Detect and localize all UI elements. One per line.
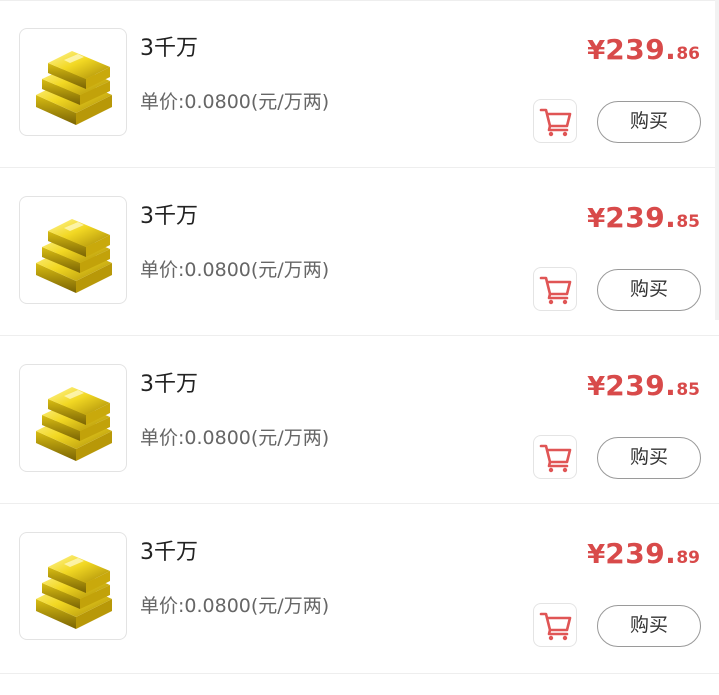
price-decimal: 89	[676, 548, 700, 568]
gold-bars-icon	[36, 219, 112, 293]
cart-icon	[539, 612, 572, 641]
gold-bars-icon	[36, 555, 112, 629]
buy-button[interactable]: 购买	[597, 605, 701, 647]
price: ¥239.86	[587, 32, 700, 72]
unit-price: 单价:0.0800(元/万两)	[140, 595, 330, 617]
price: ¥239.85	[587, 368, 700, 408]
add-to-cart-button[interactable]	[533, 99, 577, 143]
buy-button[interactable]: 购买	[597, 437, 701, 479]
unit-price: 单价:0.0800(元/万两)	[140, 91, 330, 113]
product-title: 3千万	[140, 540, 198, 565]
product-title: 3千万	[140, 204, 198, 229]
cart-icon	[539, 444, 572, 473]
scrollbar[interactable]	[715, 0, 719, 320]
product-image[interactable]	[19, 364, 127, 472]
divider	[0, 0, 719, 1]
buy-button[interactable]: 购买	[597, 269, 701, 311]
price: ¥239.89	[587, 536, 700, 576]
price-currency: ¥	[587, 204, 606, 234]
price-decimal: 85	[676, 212, 700, 232]
product-image[interactable]	[19, 28, 127, 136]
price-decimal: 85	[676, 380, 700, 400]
unit-price: 单价:0.0800(元/万两)	[140, 427, 330, 449]
list-item[interactable]: 3千万 单价:0.0800(元/万两) ¥239.85 购买	[0, 336, 719, 504]
list-item[interactable]: 3千万 单价:0.0800(元/万两) ¥239.86 购买	[0, 0, 719, 168]
gold-bars-icon	[36, 51, 112, 125]
price-integer: 239.	[605, 201, 677, 234]
buy-button[interactable]: 购买	[597, 101, 701, 143]
list-item[interactable]: 3千万 单价:0.0800(元/万两) ¥239.89 购买	[0, 504, 719, 674]
unit-price: 单价:0.0800(元/万两)	[140, 259, 330, 281]
product-title: 3千万	[140, 372, 198, 397]
gold-bars-icon	[36, 387, 112, 461]
price-decimal: 86	[676, 44, 700, 64]
price-integer: 239.	[605, 33, 677, 66]
product-title: 3千万	[140, 36, 198, 61]
price-currency: ¥	[587, 540, 606, 570]
product-image[interactable]	[19, 196, 127, 304]
price-currency: ¥	[587, 372, 606, 402]
add-to-cart-button[interactable]	[533, 435, 577, 479]
product-image[interactable]	[19, 532, 127, 640]
price-integer: 239.	[605, 537, 677, 570]
price-currency: ¥	[587, 36, 606, 66]
list-item[interactable]: 3千万 单价:0.0800(元/万两) ¥239.85 购买	[0, 168, 719, 336]
price: ¥239.85	[587, 200, 700, 240]
add-to-cart-button[interactable]	[533, 603, 577, 647]
product-list: 3千万 单价:0.0800(元/万两) ¥239.86 购买 3千万 单价:0.…	[0, 0, 719, 695]
cart-icon	[539, 108, 572, 137]
add-to-cart-button[interactable]	[533, 267, 577, 311]
price-integer: 239.	[605, 369, 677, 402]
cart-icon	[539, 276, 572, 305]
